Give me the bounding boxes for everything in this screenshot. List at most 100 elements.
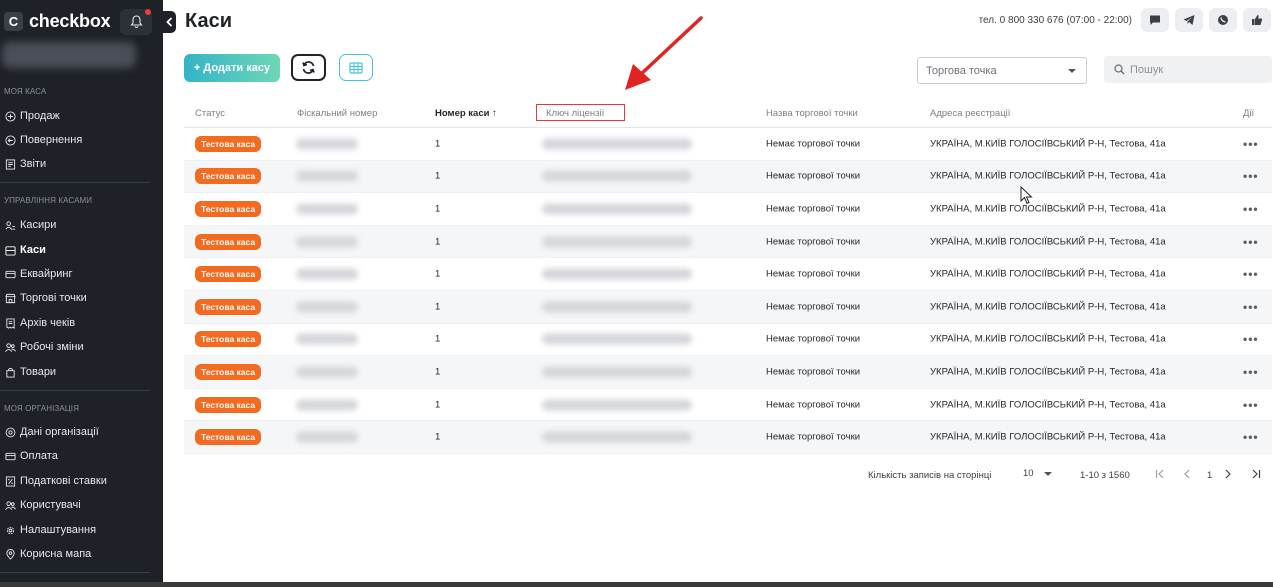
sidebar-item-tax-rates[interactable]: Податкові ставки xyxy=(4,471,107,491)
store-filter-select[interactable]: Торгова точка xyxy=(917,57,1087,84)
registration-address: УКРАЇНА, М.КИЇВ ГОЛОСІЇВСЬКИЙ Р-Н, Тесто… xyxy=(930,268,1166,280)
register-number: 1 xyxy=(435,399,441,411)
refresh-button[interactable] xyxy=(291,54,326,81)
telegram-button[interactable] xyxy=(1175,8,1203,32)
license-key-redacted xyxy=(542,301,692,313)
table-row[interactable]: Тестова каса 1 Немає торгової точки УКРАЇНА… xyxy=(184,225,1272,259)
chevron-left-icon xyxy=(1184,469,1190,479)
status-badge: Тестова каса xyxy=(195,135,262,152)
section-title-my-organization: МОЯ ОРГАНІЗАЦІЯ xyxy=(4,404,79,413)
row-actions-button[interactable]: ••• xyxy=(1243,202,1259,216)
sidebar-item-settings[interactable]: Налаштування xyxy=(4,520,96,540)
sidebar-item-label: Каси xyxy=(20,244,46,256)
sidebar-item-label: Товари xyxy=(20,366,57,378)
row-actions-button[interactable]: ••• xyxy=(1243,300,1259,314)
user-profile[interactable] xyxy=(2,42,136,68)
telegram-icon xyxy=(1183,15,1195,25)
registration-address: УКРАЇНА, М.КИЇВ ГОЛОСІЇВСЬКИЙ Р-Н, Тесто… xyxy=(930,366,1166,378)
viber-icon xyxy=(1218,15,1228,25)
row-actions-button[interactable]: ••• xyxy=(1243,235,1259,249)
last-page-button[interactable] xyxy=(1250,469,1261,482)
column-header-store-name[interactable]: Назва торгової точки xyxy=(766,108,858,119)
sidebar-item-users[interactable]: Користувачі xyxy=(4,495,81,515)
chevron-down-icon xyxy=(1043,471,1052,476)
status-badge: Тестова каса xyxy=(195,396,262,413)
next-page-button[interactable] xyxy=(1224,469,1232,482)
table-row[interactable]: Тестова каса 1 Немає торгової точки УКРАЇНА… xyxy=(184,258,1272,291)
first-page-icon xyxy=(1155,469,1164,479)
table-row[interactable]: Тестова каса 1 Немає торгової точки УКРАЇНА… xyxy=(184,389,1272,422)
sidebar-item-receipts-archive[interactable]: Архів чеків xyxy=(4,313,75,333)
sidebar-divider xyxy=(0,390,150,391)
collapse-sidebar-button[interactable] xyxy=(163,11,176,33)
search-input[interactable] xyxy=(1130,63,1260,76)
sidebar-item-label: Архів чеків xyxy=(20,317,76,329)
license-key-redacted xyxy=(542,236,692,248)
fiscal-number-redacted xyxy=(296,431,358,443)
sidebar-item-registers[interactable]: Каси xyxy=(4,240,46,260)
sidebar-item-payment[interactable]: Оплата xyxy=(4,446,58,466)
sidebar-item-label: Робочі зміни xyxy=(20,341,84,353)
chat-button[interactable] xyxy=(1141,8,1169,32)
sidebar-item-products[interactable]: Товари xyxy=(4,362,56,382)
undo-circle-icon xyxy=(4,134,16,146)
store-icon xyxy=(4,292,16,304)
column-header-actions: Дії xyxy=(1243,108,1255,119)
table-row[interactable]: Тестова каса 1 Немає торгової точки УКРАЇНА… xyxy=(184,356,1272,389)
license-key-redacted xyxy=(542,268,692,280)
users-icon xyxy=(4,499,16,511)
sidebar-item-sale[interactable]: Продаж xyxy=(4,106,60,126)
prev-page-button[interactable] xyxy=(1183,469,1191,482)
row-actions-button[interactable]: ••• xyxy=(1243,332,1259,346)
column-header-license-key[interactable]: Ключ ліцензії xyxy=(546,108,604,119)
license-key-redacted xyxy=(542,170,692,182)
table-row[interactable]: Тестова каса 1 Немає торгової точки УКРАЇНА… xyxy=(184,421,1272,454)
table-header: Статус Фіскальний номер Номер каси ↑ Клю… xyxy=(184,99,1272,128)
sidebar-item-stores[interactable]: Торгові точки xyxy=(4,288,87,308)
register-number: 1 xyxy=(435,236,441,248)
sidebar-item-acquiring[interactable]: Еквайринг xyxy=(4,264,72,284)
sidebar-item-cashiers[interactable]: Касири xyxy=(4,215,56,235)
fiscal-number-redacted xyxy=(296,333,358,345)
sidebar-item-reports[interactable]: Звіти xyxy=(4,154,46,174)
sidebar-item-label: Корисна мапа xyxy=(20,548,92,560)
first-page-button[interactable] xyxy=(1155,469,1166,482)
store-name: Немає торгової точки xyxy=(766,431,861,443)
status-badge: Тестова каса xyxy=(195,298,262,315)
sidebar-item-shifts[interactable]: Робочі зміни xyxy=(4,337,84,357)
table-row[interactable]: Тестова каса 1 Немає торгової точки УКРАЇНА… xyxy=(184,160,1272,194)
column-header-address[interactable]: Адреса реєстрації xyxy=(930,108,1010,119)
column-header-status[interactable]: Статус xyxy=(195,108,225,119)
like-button[interactable] xyxy=(1243,8,1271,32)
export-table-button[interactable] xyxy=(339,54,373,81)
register-number: 1 xyxy=(435,138,441,150)
row-actions-button[interactable]: ••• xyxy=(1243,169,1259,183)
sidebar-item-return[interactable]: Повернення xyxy=(4,130,82,150)
notifications-button[interactable] xyxy=(120,9,152,35)
add-register-button[interactable]: + Додати касу xyxy=(184,54,280,82)
row-actions-button[interactable]: ••• xyxy=(1243,430,1259,444)
sidebar-item-useful-map[interactable]: Корисна мапа xyxy=(4,544,91,564)
mouse-cursor-icon xyxy=(1020,186,1033,205)
row-actions-button[interactable]: ••• xyxy=(1243,398,1259,412)
sidebar-divider xyxy=(0,572,150,573)
table-row[interactable]: Тестова каса 1 Немає торгової точки УКРАЇНА… xyxy=(184,290,1272,324)
registration-address: УКРАЇНА, М.КИЇВ ГОЛОСІЇВСЬКИЙ Р-Н, Тесто… xyxy=(930,431,1166,443)
sidebar-item-org-data[interactable]: Дані організації xyxy=(4,422,99,442)
logo[interactable]: C checkbox xyxy=(4,11,111,32)
status-badge: Тестова каса xyxy=(195,168,262,185)
sidebar-item-label: Повернення xyxy=(20,134,83,146)
viber-button[interactable] xyxy=(1209,8,1237,32)
search-box[interactable] xyxy=(1104,56,1272,83)
table-row[interactable]: Тестова каса 1 Немає торгової точки УКРАЇНА… xyxy=(184,324,1272,357)
per-page-select[interactable]: 10 xyxy=(1023,468,1052,479)
row-actions-button[interactable]: ••• xyxy=(1243,365,1259,379)
table-row[interactable]: Тестова каса 1 Немає торгової точки УКРАЇНА… xyxy=(184,128,1272,161)
sidebar-item-label: Касири xyxy=(20,219,57,231)
column-header-fiscal-number[interactable]: Фіскальний номер xyxy=(297,108,377,119)
column-header-register-number[interactable]: Номер каси ↑ xyxy=(435,108,497,119)
row-actions-button[interactable]: ••• xyxy=(1243,137,1259,151)
table-row[interactable]: Тестова каса 1 Немає торгової точки УКРАЇНА… xyxy=(184,193,1272,226)
row-actions-button[interactable]: ••• xyxy=(1243,267,1259,281)
fiscal-number-redacted xyxy=(296,170,358,182)
